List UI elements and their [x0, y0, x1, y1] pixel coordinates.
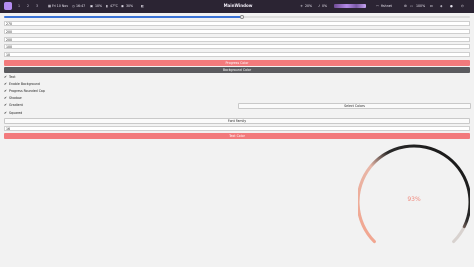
- checkmark-icon: ✔: [4, 96, 8, 100]
- wifi-icon[interactable]: ◠: [376, 3, 379, 9]
- progress-slider[interactable]: [4, 15, 470, 19]
- power-icon[interactable]: ⏻: [461, 3, 464, 9]
- memory-icon: ◉: [121, 4, 124, 8]
- checkbox-label: Enable Background: [9, 82, 40, 86]
- enable-background-checkbox[interactable]: ✔ Enable Background: [4, 82, 40, 87]
- workspace-1[interactable]: 1: [16, 3, 22, 9]
- checkbox-label: Shadow: [9, 96, 22, 100]
- slider-handle[interactable]: [239, 15, 244, 19]
- checkmark-icon: ✔: [4, 111, 8, 115]
- font-size-field[interactable]: 16: [4, 126, 470, 131]
- user-icon[interactable]: ●: [450, 3, 453, 9]
- checkbox-label: Text: [9, 75, 16, 79]
- calendar-icon: ▦: [48, 4, 52, 8]
- squared-checkbox[interactable]: ✔ Squared: [4, 111, 22, 116]
- checkbox-label: Progress Rounded Cap: [9, 89, 45, 93]
- checkmark-icon: ✔: [4, 103, 8, 107]
- temperature-icon: ▮: [106, 4, 108, 8]
- checkbox-label: Squared: [9, 111, 23, 115]
- volume-icon: ♪: [318, 4, 321, 8]
- settings-icon[interactable]: ⚙: [404, 3, 407, 9]
- checkmark-icon: ✔: [4, 82, 8, 86]
- app-menu-button[interactable]: [4, 2, 12, 10]
- width-field[interactable]: 200: [4, 29, 470, 34]
- text-checkbox[interactable]: ✔ Text: [4, 75, 15, 80]
- select-colors-button[interactable]: Select Colors: [238, 103, 471, 109]
- cpu-icon: ▣: [90, 4, 94, 8]
- shadow-checkbox[interactable]: ✔ Shadow: [4, 96, 22, 101]
- gradient-checkbox[interactable]: ✔ Gradient: [4, 103, 23, 108]
- battery-icon: ▭: [410, 4, 414, 8]
- volume-label: 0%: [322, 4, 328, 8]
- battery-label: 100%: [416, 4, 426, 8]
- progress-rounded-cap-checkbox[interactable]: ✔ Progress Rounded Cap: [4, 89, 45, 94]
- workspace-3[interactable]: 3: [34, 3, 40, 9]
- height-field[interactable]: 200: [4, 37, 470, 42]
- gauge-value-text: 93%: [407, 196, 421, 203]
- start-angle-field[interactable]: 270: [4, 21, 470, 26]
- date-label: Fri 10 Nov: [52, 4, 69, 8]
- max-value-field[interactable]: 100: [4, 44, 470, 49]
- slider-fill: [4, 16, 242, 18]
- cpu-graph: [334, 4, 366, 8]
- notifications-icon[interactable]: ◈: [440, 3, 442, 9]
- cpu-label: 10%: [95, 4, 103, 8]
- progress-color-button[interactable]: Progress Color: [4, 60, 470, 66]
- gauge-progress: [356, 144, 472, 244]
- clock-icon: ◷: [72, 4, 75, 8]
- memory-label: 30%: [126, 4, 134, 8]
- text-color-button[interactable]: Text Color: [4, 133, 470, 139]
- window-icon: ◧: [141, 4, 145, 8]
- workspace-2[interactable]: 2: [25, 3, 31, 9]
- checkmark-icon: ✔: [4, 89, 8, 93]
- checkmark-icon: ✔: [4, 75, 8, 79]
- lock-icon[interactable]: ⊡: [430, 3, 433, 9]
- temperature-label: 47°C: [110, 4, 118, 8]
- brightness-label: 20%: [305, 4, 313, 8]
- font-family-button[interactable]: Font Family: [4, 118, 470, 124]
- line-width-field[interactable]: 10: [4, 52, 470, 57]
- background-color-button[interactable]: Background Color: [4, 67, 470, 73]
- network-label[interactable]: fishnet: [381, 3, 392, 9]
- brightness-icon: ☀: [300, 4, 303, 8]
- window-title: MainWindow: [223, 3, 253, 8]
- time-label: 16:47: [76, 4, 86, 8]
- top-bar: 1 2 3 ▦ Fri 10 Nov ◷ 16:47 ▣ 10% ▮ 47°C …: [0, 0, 474, 13]
- checkbox-label: Gradient: [9, 103, 23, 107]
- circular-progress: 93%: [356, 141, 472, 263]
